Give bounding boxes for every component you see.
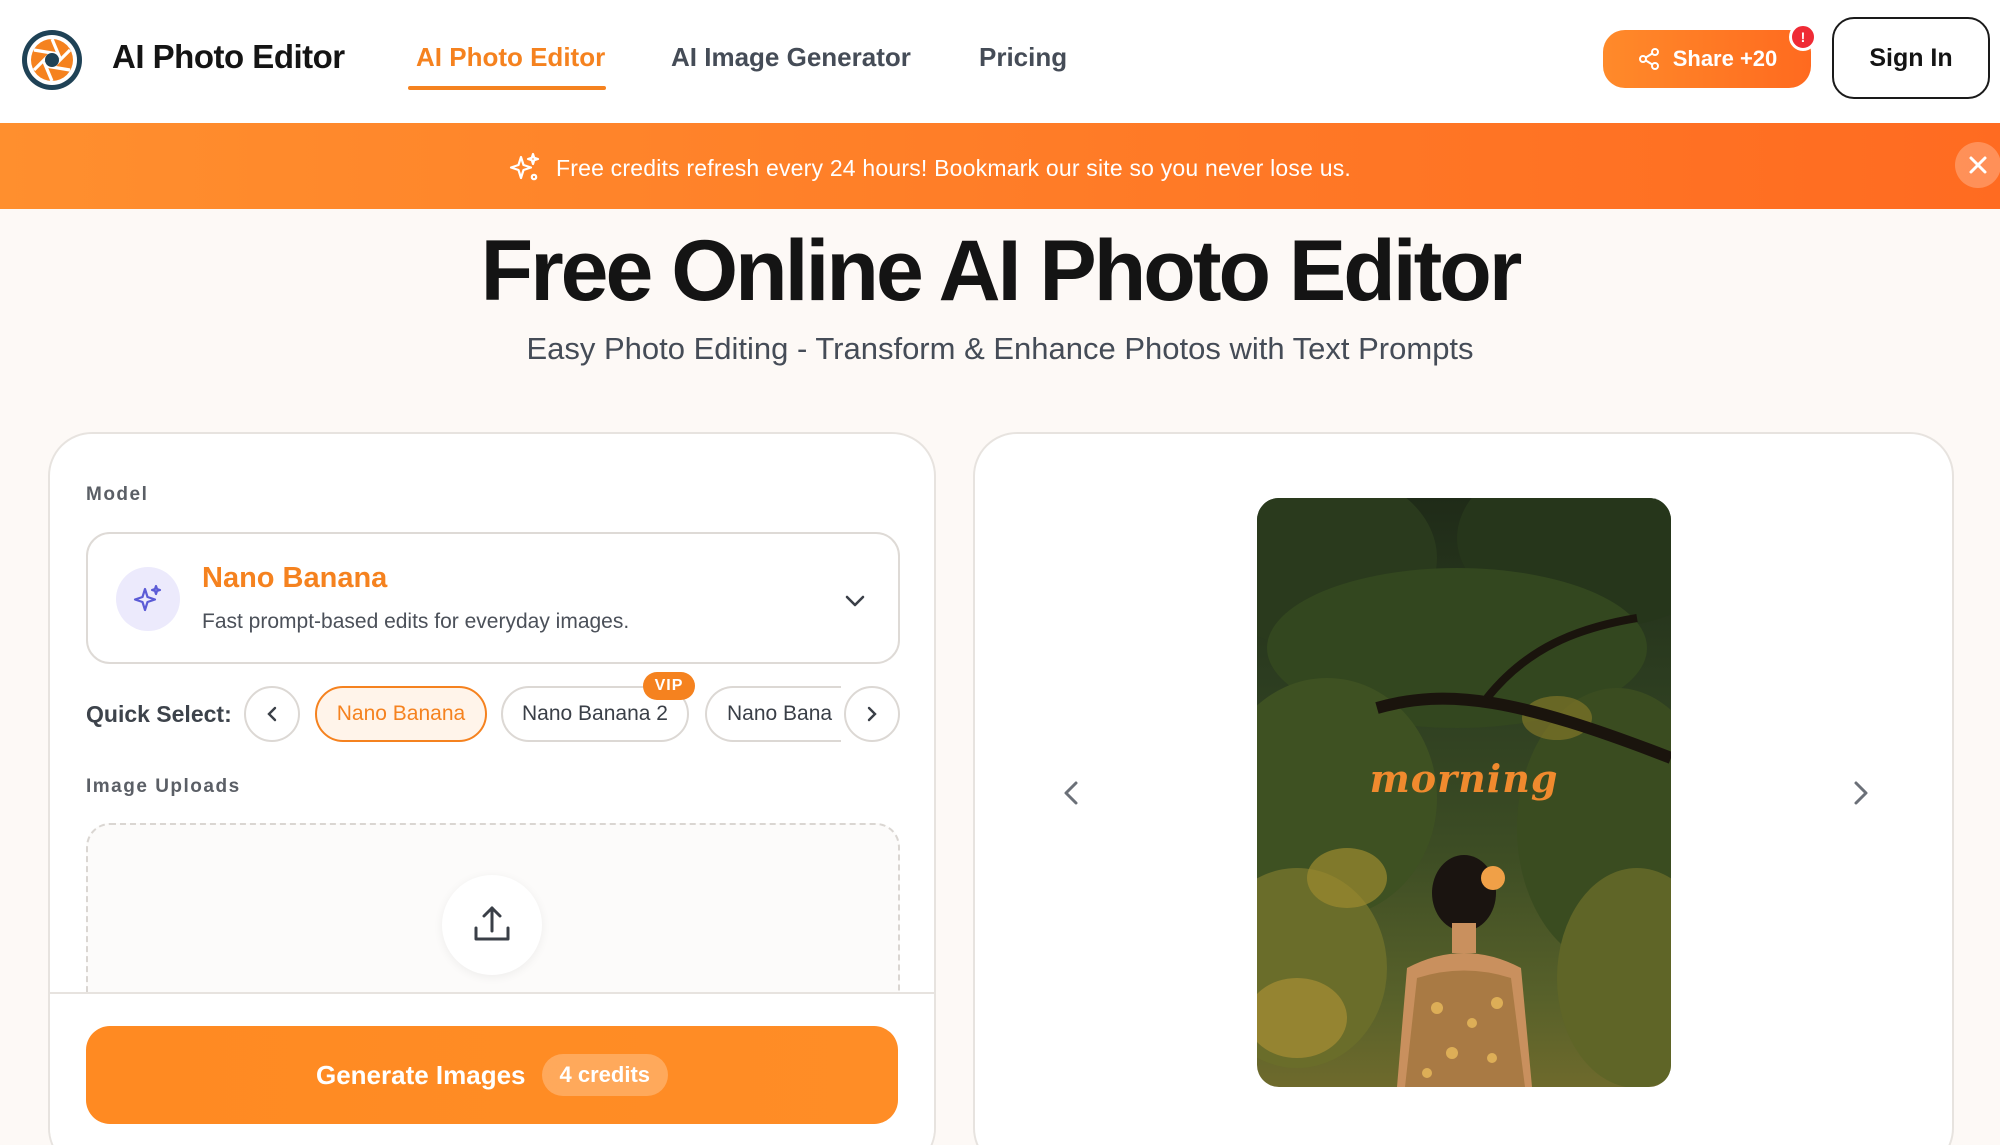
chevron-left-icon	[267, 706, 277, 722]
promo-banner: Free credits refresh every 24 hours! Boo…	[0, 123, 2000, 209]
nav-ai-photo-editor[interactable]: AI Photo Editor	[416, 42, 605, 73]
chip-nano-banana-3[interactable]: Nano Bana	[705, 686, 841, 742]
upload-button[interactable]	[442, 875, 542, 975]
banner-text: Free credits refresh every 24 hours! Boo…	[556, 154, 1351, 181]
brand-name[interactable]: AI Photo Editor	[112, 38, 345, 76]
top-header: AI Photo Editor AI Photo Editor AI Image…	[0, 0, 2000, 123]
credits-pill: 4 credits	[541, 1054, 669, 1096]
vip-badge: VIP	[643, 672, 695, 700]
selected-model-description: Fast prompt-based edits for everyday ima…	[202, 610, 630, 633]
chevron-right-icon	[867, 706, 877, 722]
generate-label: Generate Images	[315, 1059, 526, 1090]
image-uploads-label: Image Uploads	[86, 776, 241, 797]
nav-pricing[interactable]: Pricing	[979, 42, 1067, 73]
model-sparkle-icon	[116, 567, 180, 631]
model-dropdown[interactable]: Nano Banana Fast prompt-based edits for …	[86, 532, 900, 664]
sample-photo: morning	[1257, 498, 1671, 1087]
nav-ai-image-generator[interactable]: AI Image Generator	[671, 42, 911, 73]
page-title: Free Online AI Photo Editor	[480, 223, 1523, 319]
editor-panel: Model Nano Banana Fast prompt-based edit…	[48, 432, 936, 1145]
generate-images-button[interactable]: Generate Images 4 credits	[86, 1026, 898, 1124]
quick-select-prev-button[interactable]	[244, 686, 300, 742]
sparkles-icon	[509, 152, 540, 181]
close-banner-button[interactable]	[1955, 142, 2000, 188]
share-label: Share +20	[1672, 46, 1778, 71]
chip-nano-banana[interactable]: Nano Banana	[315, 686, 487, 742]
close-icon	[1969, 156, 1987, 174]
chevron-down-icon	[845, 595, 865, 607]
notification-badge: !	[1789, 23, 1817, 51]
quick-select-next-button[interactable]	[844, 686, 900, 742]
carousel-prev-icon[interactable]	[1055, 776, 1089, 810]
carousel-next-icon[interactable]	[1843, 776, 1877, 810]
share-button[interactable]: Share +20	[1603, 30, 1811, 88]
photo-overlay-text: morning	[1369, 756, 1559, 801]
upload-icon	[474, 906, 510, 941]
page-subtitle: Easy Photo Editing - Transform & Enhance…	[526, 331, 1474, 366]
preview-panel: morning	[973, 432, 1954, 1145]
sign-in-button[interactable]: Sign In	[1832, 17, 1990, 99]
model-label: Model	[86, 484, 149, 505]
share-icon	[1638, 48, 1659, 70]
selected-model-name: Nano Banana	[202, 562, 388, 594]
generate-footer: Generate Images 4 credits	[50, 992, 934, 1145]
nav-active-indicator	[408, 86, 606, 90]
logo-aperture-icon[interactable]	[22, 30, 82, 90]
quick-select-label: Quick Select:	[86, 701, 232, 727]
